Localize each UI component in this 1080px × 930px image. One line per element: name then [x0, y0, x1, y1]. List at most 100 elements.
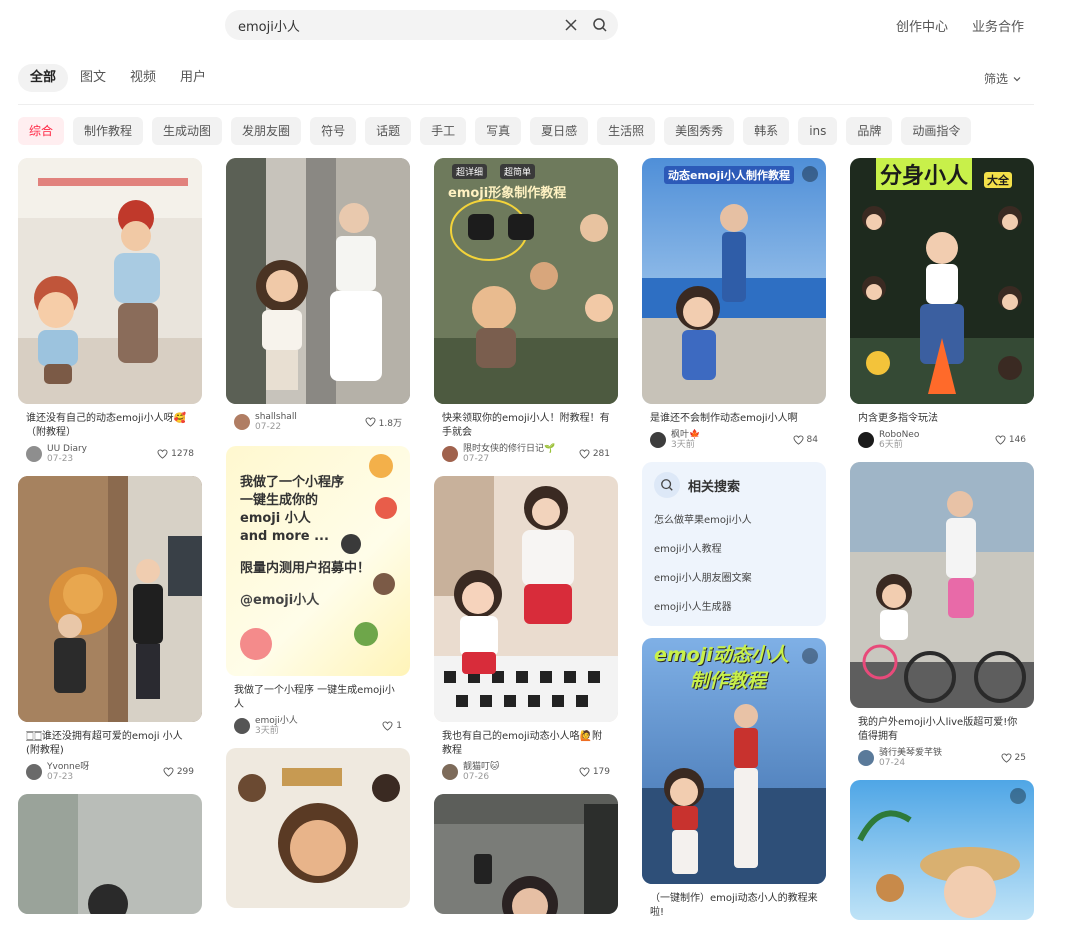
note-title[interactable]: 是谁还不会制作动态emoji小人啊 [650, 412, 818, 426]
note-cover[interactable] [226, 158, 410, 404]
like-button[interactable]: 1.8万 [365, 416, 402, 429]
filter-button[interactable]: 筛选 [984, 70, 1022, 87]
note-cover[interactable]: 动态emoji小人制作教程 [642, 158, 826, 404]
related-search-item[interactable]: 怎么做苹果emoji小人 [654, 506, 814, 535]
note-cover[interactable] [434, 794, 618, 914]
author[interactable]: 枫叶🍁 3天前 [650, 430, 700, 450]
chip[interactable]: ins [798, 117, 838, 145]
note-cover[interactable] [434, 476, 618, 722]
post-date: 6天前 [879, 440, 903, 450]
note-title[interactable]: 内含更多指令玩法 [858, 412, 1026, 426]
note-cover[interactable] [18, 794, 202, 914]
search-input[interactable]: emoji小人 [238, 16, 300, 35]
like-button[interactable]: 299 [163, 767, 194, 777]
chip[interactable]: 韩系 [743, 117, 790, 145]
creator-center-link[interactable]: 创作中心 [896, 16, 948, 35]
avatar[interactable] [650, 432, 666, 448]
search-box[interactable]: emoji小人 [225, 10, 618, 40]
like-button[interactable]: 25 [1001, 753, 1026, 763]
chip[interactable]: 生活照 [597, 117, 656, 145]
note-title[interactable]: 我做了一个小程序 一键生成emoji小人 [234, 684, 402, 712]
note-card[interactable]: 🀆🀆谁还没拥有超可爱的emoji 小人(附教程) Yvonne呀 07-23 2… [18, 476, 202, 782]
author[interactable]: UU Diary 07-23 [26, 444, 87, 464]
note-card[interactable]: 动态emoji小人制作教程 是谁还不会制作动态emoji小人啊 枫叶🍁 3天前 … [642, 158, 826, 450]
note-card[interactable]: 谁还没有自己的动态emoji小人呀🥰（附教程） UU Diary 07-23 1… [18, 158, 202, 464]
related-search-item[interactable]: emoji小人朋友圈文案 [654, 564, 814, 593]
chip[interactable]: 生成动图 [152, 117, 223, 145]
like-button[interactable]: 281 [579, 449, 610, 459]
note-card[interactable]: 超详细 超简单 emoji形象制作教程 快来领取你的emoji小人！附教程！有手… [434, 158, 618, 464]
clear-icon[interactable] [563, 17, 579, 33]
note-cover[interactable] [18, 476, 202, 722]
chip[interactable]: 动画指令 [901, 117, 972, 145]
chip[interactable]: 写真 [475, 117, 522, 145]
note-card[interactable]: emoji动态小人 制作教程 （一键制作）emoji动态小人的教程来啦! [642, 638, 826, 920]
like-button[interactable]: 146 [995, 435, 1026, 445]
note-title[interactable]: 快来领取你的emoji小人！附教程！有手就会 [442, 412, 610, 440]
like-button[interactable]: 84 [793, 435, 818, 445]
chip[interactable]: 品牌 [846, 117, 893, 145]
note-cover[interactable] [226, 748, 410, 908]
related-search-item[interactable]: emoji小人生成器 [654, 593, 814, 622]
note-title[interactable]: （一键制作）emoji动态小人的教程来啦! [650, 892, 818, 920]
author[interactable]: 骑行美琴爱芊铁 07-24 [858, 748, 942, 768]
chip[interactable]: 发朋友圈 [231, 117, 302, 145]
avatar[interactable] [26, 446, 42, 462]
note-card[interactable] [226, 748, 410, 908]
chip[interactable]: 制作教程 [73, 117, 144, 145]
note-card[interactable]: shallshall 07-22 1.8万 [226, 158, 410, 432]
filter-chips: 综合 制作教程 生成动图 发朋友圈 符号 话题 手工 写真 夏日感 生活照 美图… [18, 117, 972, 145]
note-card[interactable]: 我的户外emoji小人live版超可爱!你值得拥有 骑行美琴爱芊铁 07-24 … [850, 462, 1034, 768]
note-title[interactable]: 谁还没有自己的动态emoji小人呀🥰（附教程） [26, 412, 194, 440]
note-card[interactable]: 我做了一个小程序 一键生成你的 emoji 小人 and more ... 限量… [226, 446, 410, 736]
divider [18, 104, 1034, 105]
note-cover[interactable]: emoji动态小人 制作教程 [642, 638, 826, 884]
chip[interactable]: 美图秀秀 [664, 117, 735, 145]
cover-image [850, 158, 1034, 404]
like-button[interactable]: 1278 [157, 449, 194, 459]
note-cover[interactable]: 分身小人 大全 [850, 158, 1034, 404]
top-bar: emoji小人 创作中心 业务合作 [0, 0, 1080, 50]
avatar[interactable] [234, 414, 250, 430]
chip-comprehensive[interactable]: 综合 [18, 117, 65, 145]
note-cover[interactable]: 超详细 超简单 emoji形象制作教程 [434, 158, 618, 404]
author[interactable]: Yvonne呀 07-23 [26, 762, 89, 782]
avatar[interactable] [858, 432, 874, 448]
search-icon[interactable] [592, 17, 608, 33]
avatar[interactable] [442, 764, 458, 780]
tab-video[interactable]: 视频 [118, 64, 168, 92]
note-title[interactable]: 我的户外emoji小人live版超可爱!你值得拥有 [858, 716, 1026, 744]
chip[interactable]: 符号 [310, 117, 357, 145]
note-card[interactable] [434, 794, 618, 914]
tab-all[interactable]: 全部 [18, 64, 69, 92]
note-cover[interactable] [850, 462, 1034, 708]
author[interactable]: emoji小人 3天前 [234, 716, 298, 736]
note-card[interactable]: 分身小人 大全 内含更多指令玩法 RoboNeo 6天前 146 [850, 158, 1034, 450]
like-button[interactable]: 1 [382, 721, 402, 731]
author[interactable]: 限时女侠的修行日记🌱 07-27 [442, 444, 555, 464]
note-card[interactable] [850, 780, 1034, 920]
chip[interactable]: 话题 [365, 117, 412, 145]
like-button[interactable]: 179 [579, 767, 610, 777]
avatar[interactable] [26, 764, 42, 780]
note-cover[interactable] [850, 780, 1034, 920]
note-title[interactable]: 🀆🀆谁还没拥有超可爱的emoji 小人(附教程) [26, 730, 194, 758]
tab-user[interactable]: 用户 [168, 64, 218, 92]
chip[interactable]: 手工 [420, 117, 467, 145]
author[interactable]: RoboNeo 6天前 [858, 430, 919, 450]
cover-title: 动态emoji小人制作教程 [664, 166, 795, 184]
note-cover[interactable] [18, 158, 202, 404]
note-title[interactable]: 我也有自己的emoji动态小人咯🙋附教程 [442, 730, 610, 758]
note-card[interactable] [18, 794, 202, 914]
avatar[interactable] [442, 446, 458, 462]
author[interactable]: shallshall 07-22 [234, 412, 297, 432]
note-cover[interactable]: 我做了一个小程序 一键生成你的 emoji 小人 and more ... 限量… [226, 446, 410, 676]
business-link[interactable]: 业务合作 [972, 16, 1024, 35]
author[interactable]: 靓猫叮🐱 07-26 [442, 762, 499, 782]
avatar[interactable] [234, 718, 250, 734]
chip[interactable]: 夏日感 [530, 117, 589, 145]
tab-image-text[interactable]: 图文 [68, 64, 118, 92]
note-card[interactable]: 我也有自己的emoji动态小人咯🙋附教程 靓猫叮🐱 07-26 179 [434, 476, 618, 782]
avatar[interactable] [858, 750, 874, 766]
related-search-item[interactable]: emoji小人教程 [654, 535, 814, 564]
